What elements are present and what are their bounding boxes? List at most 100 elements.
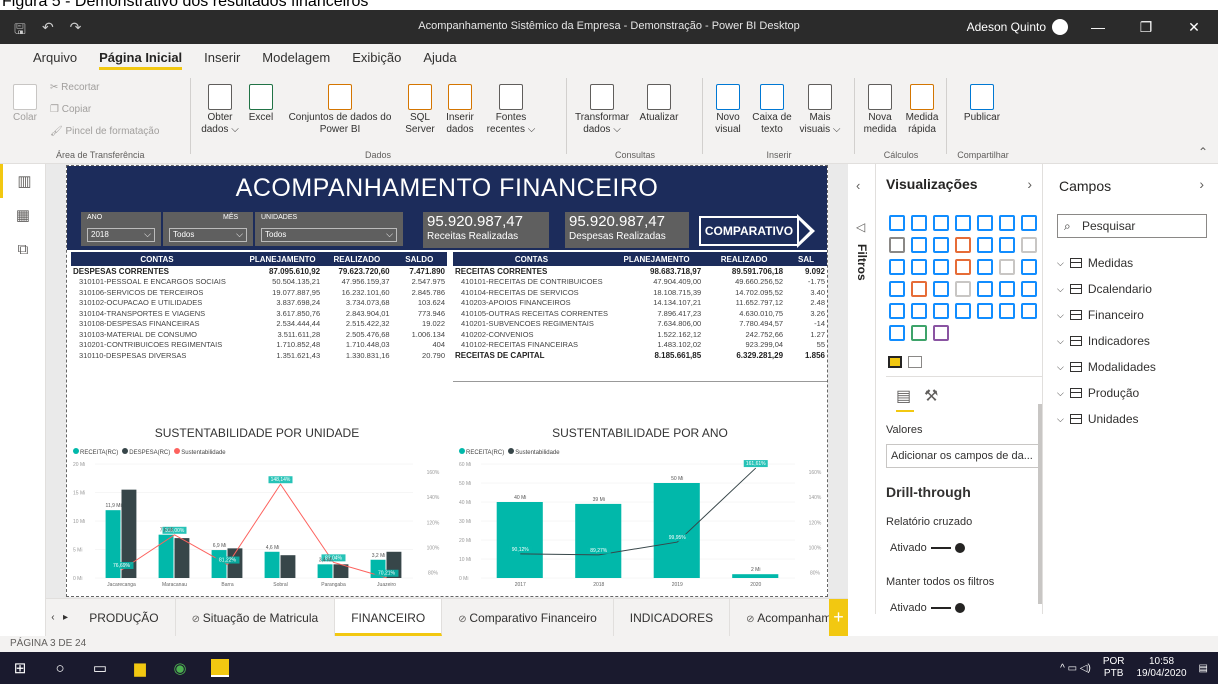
table-row[interactable]: 310102-OCUPACAO E UTILIDADES 3.837.698,24… xyxy=(71,298,447,309)
table-row[interactable]: Total106.869.380,8295.920.987,4710.948 xyxy=(453,381,827,382)
notifications-icon[interactable]: ▤ xyxy=(1199,663,1208,674)
chrome-icon[interactable]: ◉ xyxy=(160,652,200,684)
table-row[interactable]: 310103-MATERIAL DE CONSUMO 3.511.611,28 2.… xyxy=(71,329,447,340)
task-view-icon[interactable]: ▭ xyxy=(80,652,120,684)
new-measure-button[interactable]: Nova medida xyxy=(860,84,900,136)
datasets-button[interactable]: Conjuntos de dados do Power BI xyxy=(280,84,400,136)
visual-type-icon[interactable] xyxy=(911,303,927,319)
table-row[interactable]: RECEITAS DE CAPITAL 8.185.661,85 6.329.281… xyxy=(453,350,827,361)
visual-type-icon[interactable] xyxy=(933,215,949,231)
format-paint-roller-icon[interactable]: ⚒ xyxy=(924,386,938,406)
chevron-down-icon[interactable]: ⌵ xyxy=(1057,362,1064,373)
keep-filters-toggle[interactable]: Ativado xyxy=(890,602,965,614)
chevron-down-icon[interactable]: ⌵ xyxy=(1057,284,1064,295)
visual-type-icon[interactable] xyxy=(889,325,905,341)
new-visual-button[interactable]: Novo visual xyxy=(710,84,746,136)
tab-exibicao[interactable]: Exibição xyxy=(341,44,412,72)
field-table-item[interactable]: ⌵ Medidas xyxy=(1057,256,1133,270)
cross-report-toggle[interactable]: Ativado xyxy=(890,542,965,554)
close-icon[interactable]: ✕ xyxy=(1170,10,1218,44)
visual-type-icon[interactable] xyxy=(955,259,971,275)
visual-type-icon[interactable] xyxy=(977,281,993,297)
tab-situacao-matricula[interactable]: ⊘ Situação de Matricula xyxy=(176,599,336,636)
visual-type-icon[interactable] xyxy=(999,237,1015,253)
get-data-button[interactable]: Obter dados ⌵ xyxy=(198,84,242,136)
visual-type-icon[interactable] xyxy=(999,303,1015,319)
visual-type-icon[interactable] xyxy=(977,259,993,275)
tab-arquivo[interactable]: Arquivo xyxy=(22,44,88,72)
tab-acompanhamento[interactable]: ⊘ Acompanhamento xyxy=(730,599,829,636)
table-row[interactable]: 410101-RECEITAS DE CONTRIBUICOES 47.904.4… xyxy=(453,277,827,288)
legend-item[interactable]: Sustentabilidade xyxy=(508,448,560,456)
chevron-down-icon[interactable]: ⌵ xyxy=(1057,414,1064,425)
format-painter-button[interactable]: 🖌 Pincel de formatação xyxy=(50,126,159,137)
visual-type-icon[interactable] xyxy=(1021,281,1037,297)
column-header[interactable]: SAL xyxy=(785,252,827,266)
report-view-icon[interactable]: ▥ xyxy=(0,164,46,198)
visual-type-icon[interactable] xyxy=(933,303,949,319)
visual-type-icon[interactable] xyxy=(911,215,927,231)
publish-button[interactable]: Publicar xyxy=(954,84,1010,124)
clock[interactable]: 10:58 19/04/2020 xyxy=(1136,656,1186,680)
visual-type-icon[interactable] xyxy=(1021,237,1037,253)
collapse-ribbon-icon[interactable]: ⌃ xyxy=(1198,145,1208,159)
quick-measure-button[interactable]: Medida rápida xyxy=(902,84,942,136)
user-account[interactable]: Adeson Quinto xyxy=(967,19,1068,35)
unidades-slicer-value[interactable]: Todos xyxy=(261,228,397,242)
table-row[interactable]: 410202-CONVENIOS 1.522.162,12 242.752,66 1.… xyxy=(453,329,827,340)
visual-type-icon[interactable] xyxy=(911,237,927,253)
visual-type-icon[interactable] xyxy=(977,237,993,253)
visual-type-icon[interactable] xyxy=(911,259,927,275)
table-row[interactable]: 410104-RECEITAS DE SERVICOS 18.108.715,39… xyxy=(453,287,827,298)
field-table-item[interactable]: ⌵ Indicadores xyxy=(1057,334,1150,348)
unidades-slicer[interactable]: UNIDADES Todos xyxy=(255,212,403,246)
table-row[interactable]: RECEITAS CORRENTES 98.683.718,97 89.591.70… xyxy=(453,266,827,277)
table-row[interactable]: 310108-DESPESAS FINANCEIRAS 2.534.444,44 2… xyxy=(71,319,447,330)
visual-type-icon[interactable] xyxy=(889,237,905,253)
more-visuals-button[interactable]: Mais visuais ⌵ xyxy=(798,84,842,136)
visual-type-icon[interactable] xyxy=(955,215,971,231)
visual-type-icon[interactable] xyxy=(933,281,949,297)
column-header[interactable]: REALIZADO xyxy=(322,252,392,266)
minimize-icon[interactable]: — xyxy=(1074,10,1122,44)
visual-type-icon[interactable] xyxy=(933,259,949,275)
field-table-item[interactable]: ⌵ Modalidades xyxy=(1057,360,1156,374)
field-table-item[interactable]: ⌵ Dcalendario xyxy=(1057,282,1152,296)
table-row[interactable]: 310104-TRANSPORTES E VIAGENS 3.617.850,76… xyxy=(71,308,447,319)
table-row[interactable]: 410105-OUTRAS RECEITAS CORRENTES 7.896.41… xyxy=(453,308,827,319)
sustentabilidade-ano-chart[interactable]: 60 Mi 50 Mi 40 Mi 30 Mi 20 Mi 10 Mi 0 Mi 160% 14… xyxy=(457,456,825,592)
tab-ajuda[interactable]: Ajuda xyxy=(412,44,467,72)
chevron-down-icon[interactable]: ⌵ xyxy=(1057,388,1064,399)
field-table-item[interactable]: ⌵ Unidades xyxy=(1057,412,1139,426)
table-row[interactable]: 310110-DESPESAS DIVERSAS 1.351.621,43 1.33… xyxy=(71,350,447,361)
visual-type-icon[interactable] xyxy=(999,281,1015,297)
cut-button[interactable]: ✂ Recortar xyxy=(50,82,100,93)
data-view-icon[interactable]: ▦ xyxy=(0,198,46,232)
fields-search-input[interactable]: ⌕ Pesquisar xyxy=(1057,214,1207,238)
tab-indicadores[interactable]: INDICADORES xyxy=(614,599,731,636)
visual-type-icon[interactable] xyxy=(1021,215,1037,231)
transform-data-button[interactable]: Transformar dados ⌵ xyxy=(572,84,632,136)
filters-pane[interactable]: ‹ ◁ Filtros xyxy=(848,164,876,614)
ano-slicer[interactable]: ANO 2018 xyxy=(81,212,161,246)
tab-financeiro[interactable]: FINANCEIRO xyxy=(335,599,443,636)
legend-item[interactable]: RECEITA(RC) xyxy=(73,448,118,456)
table-row[interactable]: 410201-SUBVENCOES REGIMENTAIS 7.634.806,0… xyxy=(453,319,827,330)
visual-type-icon[interactable] xyxy=(1021,259,1037,275)
visual-type-icon[interactable] xyxy=(889,259,905,275)
visual-type-icon[interactable] xyxy=(999,215,1015,231)
column-header[interactable]: SALDO xyxy=(391,252,447,266)
chevron-down-icon[interactable]: ⌵ xyxy=(1057,310,1064,321)
table-row[interactable]: 310106-SERVICOS DE TERCEIROS 19.077.887,9… xyxy=(71,287,447,298)
add-page-button[interactable]: + xyxy=(828,599,848,637)
table-row[interactable]: DESPESAS CORRENTES 87.095.610,92 79.623.72… xyxy=(71,266,447,277)
avatar[interactable] xyxy=(1052,19,1068,35)
excel-button[interactable]: Excel xyxy=(246,84,276,124)
chevron-right-icon[interactable]: › xyxy=(1027,176,1032,192)
mes-slicer-value[interactable]: Todos xyxy=(169,228,247,242)
copy-button[interactable]: ❐ Copiar xyxy=(50,104,91,115)
visual-type-icon[interactable] xyxy=(911,325,927,341)
table-row[interactable]: 310201-CONTRIBUICOES REGIMENTAIS 1.710.85… xyxy=(71,340,447,351)
visual-type-icon[interactable] xyxy=(999,259,1015,275)
page-nav-arrows[interactable]: ‹ ▸ xyxy=(46,599,73,636)
